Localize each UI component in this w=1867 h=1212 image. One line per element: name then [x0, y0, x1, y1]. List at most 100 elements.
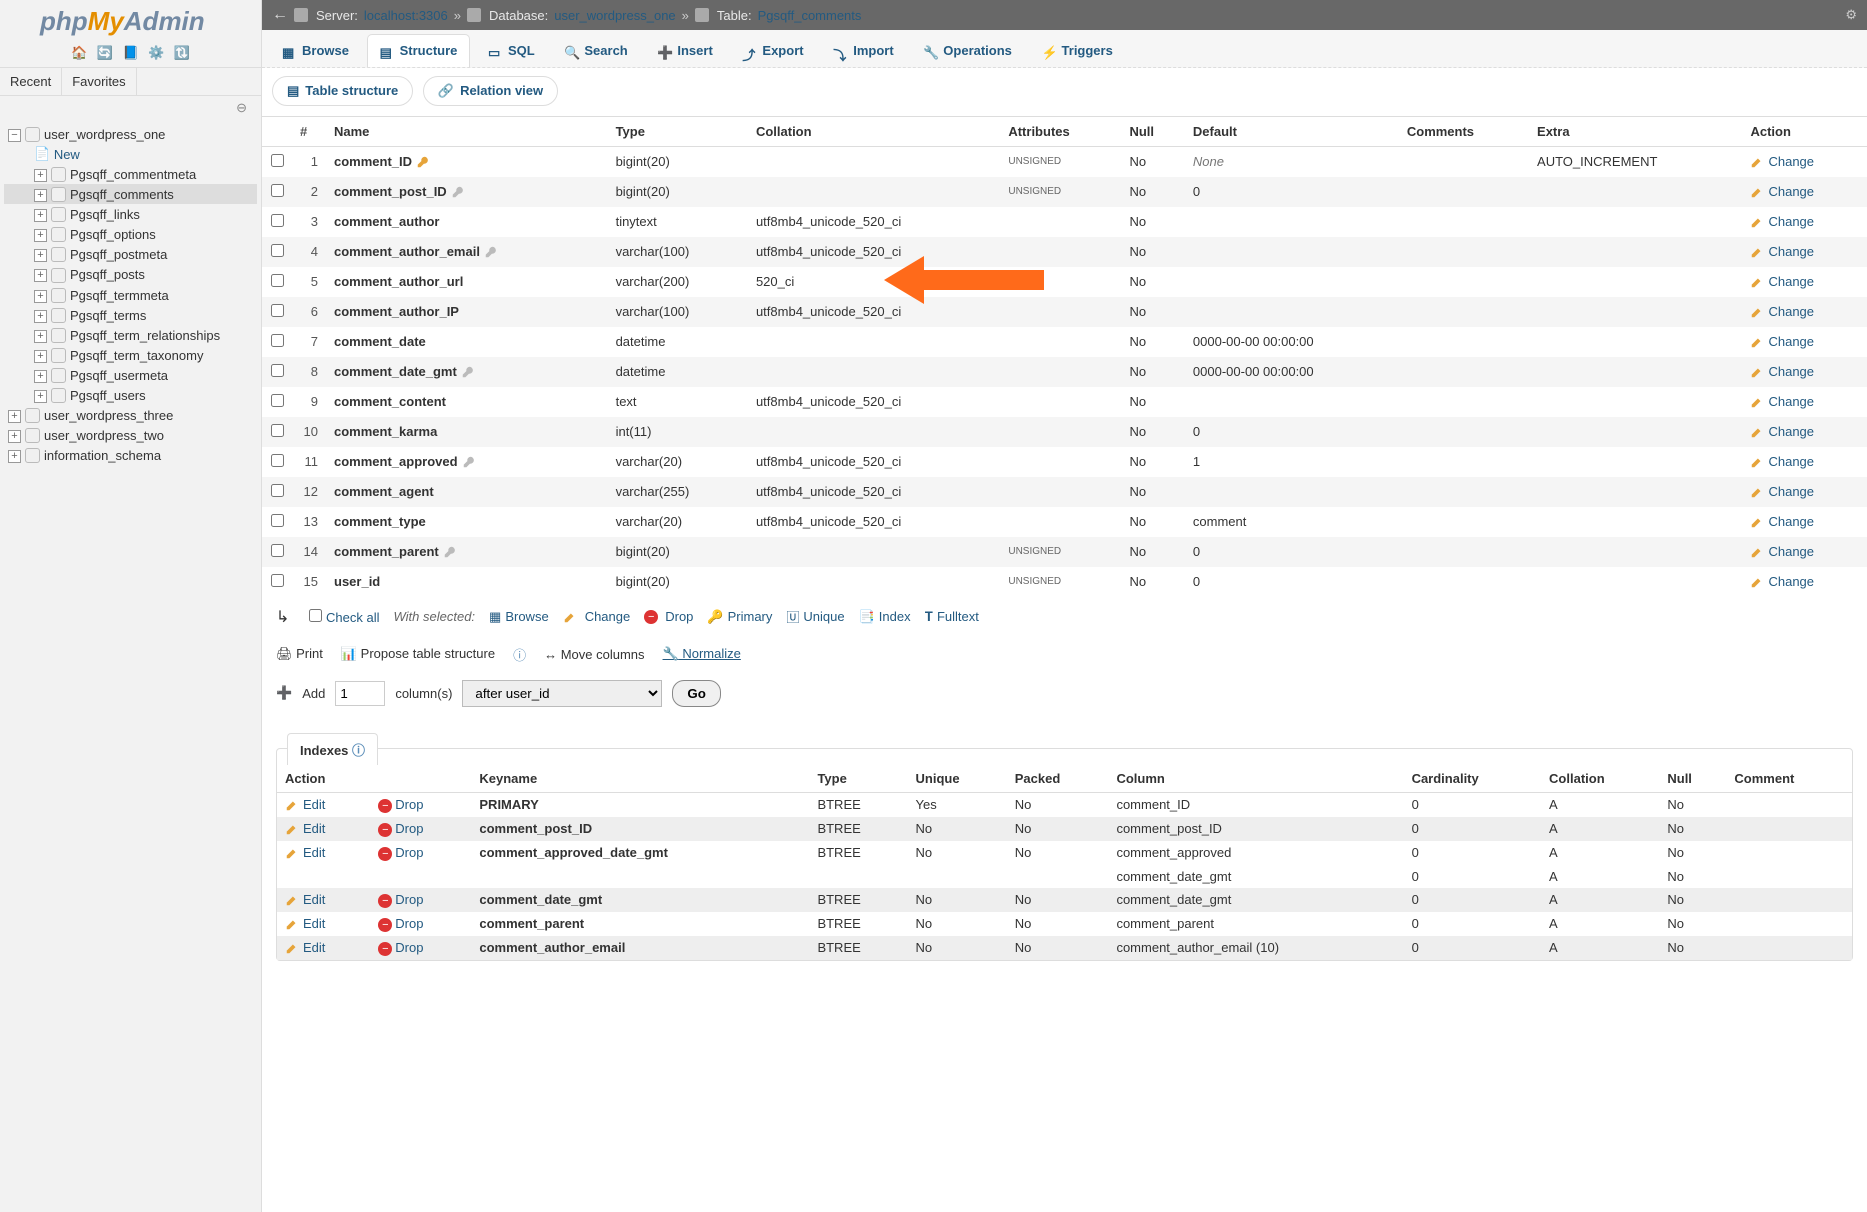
- home-icon[interactable]: 🏠: [71, 45, 87, 61]
- tree-table-Pgsqff_users[interactable]: +Pgsqff_users: [4, 385, 257, 405]
- col-name[interactable]: comment_content: [334, 394, 446, 409]
- change-link[interactable]: Change: [1768, 574, 1814, 589]
- favorites-tab[interactable]: Favorites: [62, 68, 136, 95]
- tree-table-Pgsqff_commentmeta[interactable]: +Pgsqff_commentmeta: [4, 164, 257, 184]
- col-name[interactable]: comment_author_IP: [334, 304, 459, 319]
- change-link[interactable]: Change: [1768, 484, 1814, 499]
- col-name[interactable]: comment_ID: [334, 154, 412, 169]
- tree-table-Pgsqff_termmeta[interactable]: +Pgsqff_termmeta: [4, 285, 257, 305]
- col-name[interactable]: comment_author: [334, 214, 439, 229]
- row-checkbox[interactable]: [271, 394, 284, 407]
- check-all-link[interactable]: Check all: [326, 610, 379, 625]
- change-link[interactable]: Change: [1768, 334, 1814, 349]
- settings-icon[interactable]: ⚙️: [148, 45, 164, 61]
- normalize-link[interactable]: 🔧 Normalize: [663, 646, 741, 662]
- th-default[interactable]: Default: [1185, 116, 1399, 146]
- tab-operations[interactable]: 🔧Operations: [911, 35, 1024, 67]
- change-link[interactable]: Change: [1768, 544, 1814, 559]
- edit-index-link[interactable]: Edit: [303, 940, 325, 955]
- bulk-index[interactable]: 📑 Index: [859, 609, 911, 625]
- th-name[interactable]: Name: [326, 116, 608, 146]
- row-checkbox[interactable]: [271, 154, 284, 167]
- move-cols-link[interactable]: ↔ Move columns: [544, 647, 644, 662]
- bc-db[interactable]: user_wordpress_one: [554, 8, 675, 23]
- row-checkbox[interactable]: [271, 214, 284, 227]
- row-checkbox[interactable]: [271, 514, 284, 527]
- edit-index-link[interactable]: Edit: [303, 845, 325, 860]
- drop-index-link[interactable]: Drop: [395, 892, 423, 907]
- change-link[interactable]: Change: [1768, 454, 1814, 469]
- tree-db-2[interactable]: +user_wordpress_three: [4, 405, 257, 425]
- row-checkbox[interactable]: [271, 574, 284, 587]
- th-type[interactable]: Type: [608, 116, 748, 146]
- tab-export[interactable]: ⤴Export: [730, 35, 815, 67]
- tab-structure[interactable]: ▤Structure: [367, 34, 471, 67]
- tab-browse[interactable]: ▦Browse: [270, 35, 361, 67]
- col-name[interactable]: comment_karma: [334, 424, 437, 439]
- tree-table-Pgsqff_term_taxonomy[interactable]: +Pgsqff_term_taxonomy: [4, 345, 257, 365]
- bulk-unique[interactable]: 🅄 Unique: [786, 607, 844, 626]
- row-checkbox[interactable]: [271, 244, 284, 257]
- subtab-relation-view[interactable]: 🔗Relation view: [423, 76, 558, 106]
- th-attributes[interactable]: Attributes: [1000, 116, 1121, 146]
- change-link[interactable]: Change: [1768, 514, 1814, 529]
- change-link[interactable]: Change: [1768, 244, 1814, 259]
- print-link[interactable]: 🖨 Print: [276, 646, 323, 662]
- page-settings-icon[interactable]: ⚙: [1845, 7, 1857, 23]
- bc-server[interactable]: localhost:3306: [364, 8, 448, 23]
- tree-db-4[interactable]: +information_schema: [4, 445, 257, 465]
- propose-link[interactable]: 📊 Propose table structure: [341, 646, 495, 662]
- change-link[interactable]: Change: [1768, 424, 1814, 439]
- row-checkbox[interactable]: [271, 364, 284, 377]
- drop-index-link[interactable]: Drop: [395, 821, 423, 836]
- tree-table-Pgsqff_posts[interactable]: +Pgsqff_posts: [4, 264, 257, 284]
- col-name[interactable]: comment_date_gmt: [334, 364, 457, 379]
- tree-new[interactable]: 📄 New: [4, 144, 257, 164]
- check-all-checkbox[interactable]: [309, 609, 322, 622]
- go-button[interactable]: Go: [672, 680, 721, 707]
- change-link[interactable]: Change: [1768, 154, 1814, 169]
- bulk-browse[interactable]: ▦ Browse: [489, 609, 549, 625]
- drop-index-link[interactable]: Drop: [395, 797, 423, 812]
- tab-import[interactable]: ⤵Import: [821, 35, 905, 67]
- recent-tab[interactable]: Recent: [0, 68, 62, 95]
- help-icon[interactable]: ⓘ: [513, 645, 526, 664]
- tree-table-Pgsqff_term_relationships[interactable]: +Pgsqff_term_relationships: [4, 325, 257, 345]
- tree-db-3[interactable]: +user_wordpress_two: [4, 425, 257, 445]
- th-collation[interactable]: Collation: [748, 116, 1000, 146]
- collapse-icon[interactable]: ⊖: [0, 96, 261, 122]
- row-checkbox[interactable]: [271, 304, 284, 317]
- row-checkbox[interactable]: [271, 544, 284, 557]
- help-icon[interactable]: ⓘ: [352, 743, 365, 758]
- drop-index-link[interactable]: Drop: [395, 940, 423, 955]
- tab-triggers[interactable]: ⚡Triggers: [1030, 35, 1125, 67]
- change-link[interactable]: Change: [1768, 274, 1814, 289]
- row-checkbox[interactable]: [271, 334, 284, 347]
- tree-table-Pgsqff_links[interactable]: +Pgsqff_links: [4, 204, 257, 224]
- th-comments[interactable]: Comments: [1399, 116, 1529, 146]
- tree-table-Pgsqff_postmeta[interactable]: +Pgsqff_postmeta: [4, 244, 257, 264]
- tree-table-Pgsqff_options[interactable]: +Pgsqff_options: [4, 224, 257, 244]
- edit-index-link[interactable]: Edit: [303, 916, 325, 931]
- col-name[interactable]: user_id: [334, 574, 380, 589]
- col-name[interactable]: comment_agent: [334, 484, 434, 499]
- bc-table[interactable]: Pgsqff_comments: [758, 8, 862, 23]
- tree-table-Pgsqff_terms[interactable]: +Pgsqff_terms: [4, 305, 257, 325]
- bulk-fulltext[interactable]: 𝐓 Fulltext: [925, 609, 979, 625]
- add-position-select[interactable]: after user_id: [462, 680, 662, 707]
- drop-index-link[interactable]: Drop: [395, 845, 423, 860]
- change-link[interactable]: Change: [1768, 394, 1814, 409]
- edit-index-link[interactable]: Edit: [303, 892, 325, 907]
- subtab-table-structure[interactable]: ▤Table structure: [272, 76, 413, 106]
- bulk-change[interactable]: Change: [563, 609, 631, 624]
- bulk-drop[interactable]: −Drop: [644, 609, 693, 624]
- th-null[interactable]: Null: [1121, 116, 1184, 146]
- col-name[interactable]: comment_author_url: [334, 274, 463, 289]
- col-name[interactable]: comment_date: [334, 334, 426, 349]
- tab-sql[interactable]: ▭SQL: [476, 35, 547, 67]
- change-link[interactable]: Change: [1768, 184, 1814, 199]
- row-checkbox[interactable]: [271, 184, 284, 197]
- row-checkbox[interactable]: [271, 454, 284, 467]
- logout-icon[interactable]: 🔄: [97, 45, 113, 61]
- back-arrow-icon[interactable]: ←: [272, 6, 288, 24]
